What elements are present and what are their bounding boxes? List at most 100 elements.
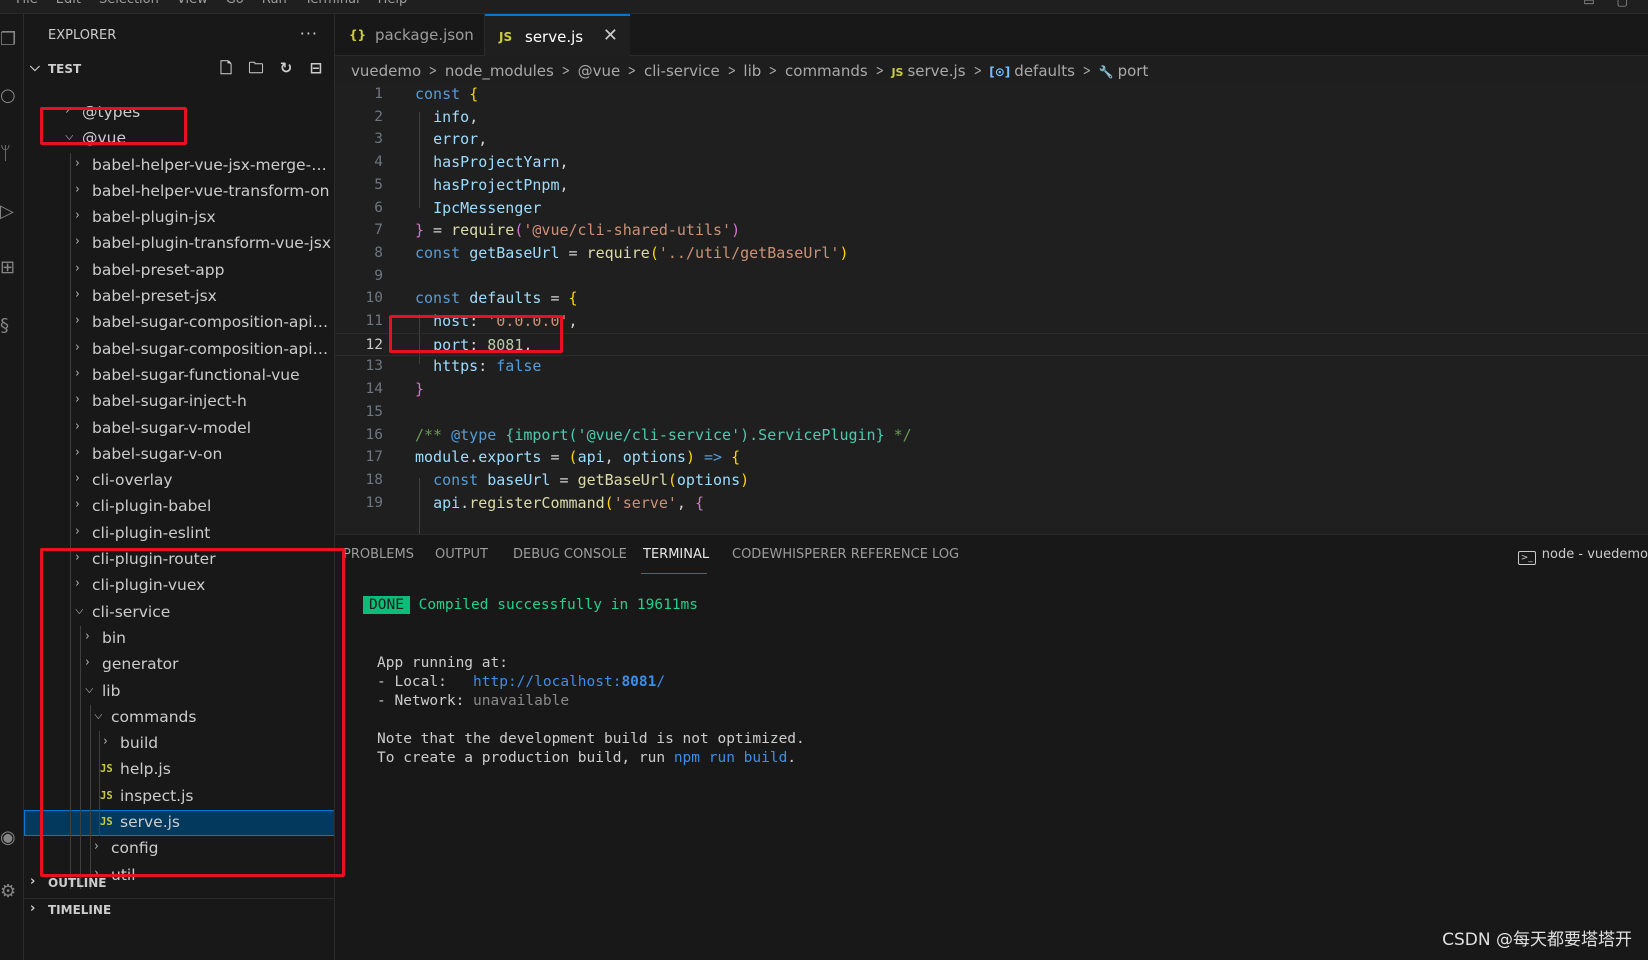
tree-item-label: babel-helper-vue-jsx-merge-pr... (92, 155, 331, 174)
tree-folder-item[interactable]: › babel-helper-vue-transform-on (24, 178, 334, 206)
code-line[interactable]: 9 (335, 265, 1648, 289)
code-line[interactable]: 5 hasProjectPnpm, (335, 174, 1648, 198)
extensions-activity-icon[interactable]: ⊞ (0, 256, 18, 280)
tree-folder-item[interactable]: › babel-sugar-composition-api-r... (24, 336, 334, 363)
tab-serve-js[interactable]: JS serve.js ✕ (485, 14, 630, 56)
menu-item-selection[interactable]: Selection (99, 0, 159, 7)
tree-folder-item[interactable]: › babel-plugin-jsx (24, 205, 334, 232)
menu-item-file[interactable]: File (16, 0, 38, 7)
tree-folder-item[interactable]: › cli-overlay (24, 468, 334, 495)
line-number: 3 (374, 131, 383, 148)
tree-item-label: babel-preset-jsx (92, 287, 217, 306)
restore-window-button[interactable]: ▭ (1583, 0, 1594, 8)
code-line[interactable]: 2 info, (335, 106, 1648, 130)
wrench-icon: 🔧 (1098, 65, 1114, 79)
breadcrumb-item[interactable]: 🔧 port (1099, 62, 1149, 80)
new-folder-icon[interactable]: 🗀 (247, 58, 265, 78)
breadcrumb-item[interactable]: commands (785, 62, 868, 80)
menu-item-run[interactable]: Run (262, 0, 287, 7)
code-line[interactable]: 17 module.exports = (api, options) => { (335, 446, 1648, 470)
breadcrumb-label: port (1117, 62, 1149, 80)
tree-item-label: babel-helper-vue-transform-on (92, 181, 330, 200)
tree-folder-item[interactable]: › cli-plugin-eslint (24, 520, 334, 548)
terminal-instance[interactable]: >_ node - vuedemo (1517, 547, 1648, 565)
compiled-message: Compiled successfully in 19611ms (418, 597, 699, 613)
terminal-line-local: - Local: http://localhost:8081/ (377, 674, 665, 694)
code-text: https: false (433, 357, 542, 376)
tree-item-label: babel-sugar-inject-h (92, 392, 247, 411)
tab-label: serve.js (525, 28, 584, 46)
tab-package-json[interactable]: {} package.json (335, 14, 485, 56)
line-number: 8 (374, 244, 383, 261)
menu-item-help[interactable]: Help (378, 0, 408, 7)
workspace-section-header[interactable]: ⌵ TEST 🗋 🗀 ↻ ⊟ (24, 58, 334, 82)
code-line[interactable]: 3 error, (335, 128, 1648, 152)
code-line[interactable]: 15 (335, 401, 1648, 425)
tree-folder-item[interactable]: › babel-sugar-v-on (24, 441, 334, 469)
maximize-window-button[interactable]: ▢ (1617, 0, 1628, 8)
tree-folder-item[interactable]: › babel-preset-jsx (24, 284, 334, 311)
tree-indent-guide (70, 284, 71, 311)
tree-folder-item[interactable]: › babel-sugar-v-model (24, 415, 334, 442)
settings-gear-icon[interactable]: ⚙ (0, 880, 18, 904)
code-line[interactable]: 8 const getBaseUrl = require('../util/get… (335, 242, 1648, 266)
collapse-all-icon[interactable]: ⊟ (307, 58, 325, 78)
breadcrumb-item[interactable]: JS serve.js (891, 62, 965, 80)
menu-item-edit[interactable]: Edit (56, 0, 81, 7)
js-file-icon: JS (891, 66, 904, 79)
tab-output[interactable]: OUTPUT (435, 547, 488, 562)
run-debug-activity-icon[interactable]: ▷ (0, 200, 18, 224)
code-line[interactable]: 4 hasProjectYarn, (335, 151, 1648, 175)
code-line[interactable]: 16 /** @type {import('@vue/cli-service').… (335, 424, 1648, 448)
codewhisperer-activity-icon[interactable]: § (0, 314, 18, 338)
menu-item-go[interactable]: Go (226, 0, 244, 7)
explorer-toolbar: 🗋 🗀 ↻ ⊟ (217, 58, 325, 78)
code-line[interactable]: 1 const { (335, 83, 1648, 107)
code-line[interactable]: 18 const baseUrl = getBaseUrl(options) (335, 469, 1648, 493)
tab-codewhisperer-reference-log[interactable]: CODEWHISPERER REFERENCE LOG (732, 547, 959, 562)
source-control-activity-icon[interactable]: ᛘ (0, 142, 18, 166)
annotation-box-port (389, 315, 563, 353)
local-label: - Local: (377, 674, 474, 690)
close-icon[interactable]: ✕ (603, 15, 618, 57)
tree-folder-item[interactable]: › babel-preset-app (24, 257, 334, 285)
breadcrumb-item[interactable]: vuedemo (351, 62, 421, 80)
refresh-icon[interactable]: ↻ (277, 58, 295, 78)
tree-folder-item[interactable]: › babel-plugin-transform-vue-jsx (24, 231, 334, 258)
tab-debug-console[interactable]: DEBUG CONSOLE (513, 547, 627, 562)
code-line[interactable]: 10 const defaults = { (335, 287, 1648, 311)
local-url-link[interactable]: http://localhost:8081/ (473, 674, 665, 690)
code-line[interactable]: 6 IpcMessenger (335, 197, 1648, 221)
chevron-right-icon: › (75, 260, 80, 276)
breadcrumb-item[interactable]: node_modules (445, 62, 554, 80)
tree-folder-item[interactable]: › cli-plugin-babel (24, 494, 334, 521)
explorer-activity-icon[interactable]: ❐ (0, 28, 18, 52)
code-line[interactable]: 14} (335, 378, 1648, 402)
breadcrumb-item[interactable]: lib (743, 62, 761, 80)
account-activity-icon[interactable]: ◉ (0, 826, 18, 850)
tab-terminal[interactable]: TERMINAL (643, 547, 709, 562)
code-line[interactable]: 7} = require('@vue/cli-shared-utils') (335, 219, 1648, 243)
search-activity-icon[interactable]: ○ (0, 84, 18, 108)
code-line[interactable]: 19 api.registerCommand('serve', { (335, 492, 1648, 516)
tab-problems[interactable]: PROBLEMS (343, 547, 414, 562)
code-text: hasProjectYarn, (433, 153, 569, 172)
new-file-icon[interactable]: 🗋 (217, 58, 235, 78)
breadcrumb-label: vuedemo (351, 62, 422, 80)
tree-folder-item[interactable]: › babel-helper-vue-jsx-merge-pr... (24, 152, 334, 179)
terminal-output[interactable]: DONE Compiled successfully in 19611ms Ap… (363, 596, 805, 766)
tree-folder-item[interactable]: › babel-sugar-inject-h (24, 389, 334, 416)
breadcrumb-item[interactable]: [⊙] defaults (989, 62, 1075, 80)
code-editor[interactable]: 1 const {2 info, 3 error, 4 hasProjectYarn,… (335, 82, 1648, 534)
explorer-more-actions-button[interactable]: ··· (300, 24, 318, 43)
breadcrumb-item[interactable]: @vue (578, 62, 621, 80)
bottom-panel: PROBLEMS OUTPUT DEBUG CONSOLE TERMINAL C… (335, 534, 1648, 960)
code-line[interactable]: 13 https: false (335, 355, 1648, 379)
tree-folder-item[interactable]: › babel-sugar-functional-vue (24, 362, 334, 390)
timeline-section-header[interactable]: › TIMELINE (24, 898, 334, 922)
tree-folder-item[interactable]: › babel-sugar-composition-api-i... (24, 310, 334, 337)
breadcrumb-item[interactable]: cli-service (644, 62, 720, 80)
menu-item-terminal[interactable]: Terminal (305, 0, 360, 7)
menu-item-view[interactable]: View (177, 0, 208, 7)
chevron-right-icon: › (75, 339, 80, 355)
